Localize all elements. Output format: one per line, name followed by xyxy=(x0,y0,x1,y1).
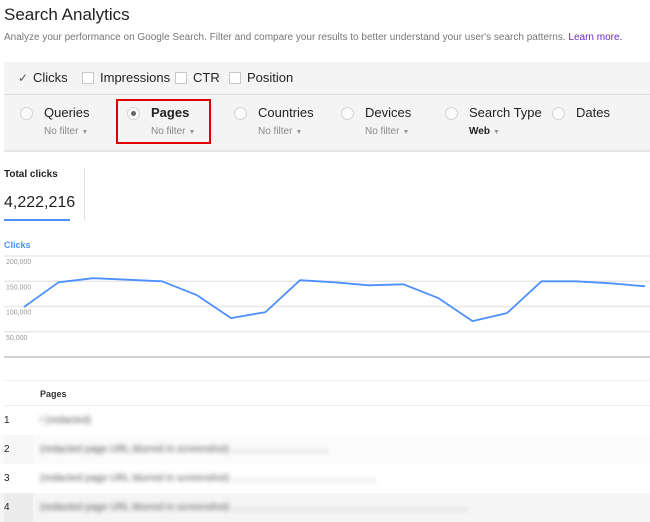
checkbox-icon[interactable] xyxy=(82,72,94,84)
countries-filter-dropdown[interactable]: No filter▼ xyxy=(258,126,302,137)
series-line-clicks[interactable] xyxy=(24,278,645,321)
radio-icon[interactable] xyxy=(445,107,458,120)
filter-value: No filter xyxy=(258,126,292,137)
checkbox-icon[interactable] xyxy=(229,72,241,84)
dimension-label: Devices xyxy=(365,105,411,120)
y-tick-label: 150,000 xyxy=(6,284,31,291)
radio-icon[interactable] xyxy=(341,107,354,120)
page-subtitle: Analyze your performance on Google Searc… xyxy=(4,32,622,43)
pages-filter-dropdown[interactable]: No filter▼ xyxy=(151,126,195,137)
y-tick-label: 50,000 xyxy=(6,335,28,342)
row-rank: 2 xyxy=(4,444,10,455)
row-page-url[interactable]: (redacted page URL blurred in screenshot… xyxy=(40,444,329,455)
row-rank: 3 xyxy=(4,473,10,484)
metric-clicks[interactable]: ✓ Clicks xyxy=(18,70,68,85)
metric-selector: ✓ Clicks Impressions CTR Position xyxy=(4,62,650,95)
row-rank: 1 xyxy=(4,415,10,426)
table-row[interactable]: 1 / (redacted) xyxy=(0,406,650,435)
caret-down-icon: ▼ xyxy=(81,129,88,136)
metric-label: CTR xyxy=(193,70,220,85)
learn-more-link[interactable]: Learn more. xyxy=(568,32,622,43)
y-tick-label: 100,000 xyxy=(6,310,31,317)
dimension-label: Queries xyxy=(44,105,90,120)
subtitle-text: Analyze your performance on Google Searc… xyxy=(4,32,566,43)
total-clicks-indicator xyxy=(4,219,70,221)
caret-down-icon: ▼ xyxy=(188,129,195,136)
caret-down-icon: ▼ xyxy=(295,129,302,136)
row-page-url[interactable]: (redacted page URL blurred in screenshot… xyxy=(40,473,376,484)
caret-down-icon: ▼ xyxy=(402,129,409,136)
dimension-label: Pages xyxy=(151,105,189,120)
filter-panel: ✓ Clicks Impressions CTR Position Querie… xyxy=(4,62,650,152)
row-page-url[interactable]: (redacted page URL blurred in screenshot… xyxy=(40,502,468,513)
column-header-pages[interactable]: Pages xyxy=(40,389,67,399)
dimension-label: Dates xyxy=(576,105,610,120)
y-tick-label: 200,000 xyxy=(6,259,31,266)
radio-icon[interactable] xyxy=(20,107,33,120)
radio-icon[interactable] xyxy=(552,107,565,120)
queries-filter-dropdown[interactable]: No filter▼ xyxy=(44,126,88,137)
row-rank: 4 xyxy=(4,502,10,513)
table-row[interactable]: 3 (redacted page URL blurred in screensh… xyxy=(0,464,650,493)
table-top-border xyxy=(4,380,650,381)
radio-selected-icon[interactable] xyxy=(127,107,140,120)
table-row[interactable]: 4 (redacted page URL blurred in screensh… xyxy=(0,493,650,522)
checkbox-icon[interactable] xyxy=(175,72,187,84)
dimension-label: Countries xyxy=(258,105,314,120)
page-title: Search Analytics xyxy=(4,5,130,25)
total-clicks-label: Total clicks xyxy=(4,169,58,180)
clicks-chart: 200,000 150,000 100,000 50,000 xyxy=(0,250,650,362)
filter-value: No filter xyxy=(44,126,78,137)
search-type-dropdown[interactable]: Web▼ xyxy=(469,126,500,137)
total-clicks-value: 4,222,216 xyxy=(4,194,75,212)
caret-down-icon: ▼ xyxy=(493,129,500,136)
devices-filter-dropdown[interactable]: No filter▼ xyxy=(365,126,409,137)
table-row[interactable]: 2 (redacted page URL blurred in screensh… xyxy=(0,435,650,464)
metric-label: Impressions xyxy=(100,70,170,85)
radio-icon[interactable] xyxy=(234,107,247,120)
dimension-label: Search Type xyxy=(469,105,542,120)
chart-legend-clicks: Clicks xyxy=(4,240,31,250)
row-page-url[interactable]: / (redacted) xyxy=(40,415,91,426)
summary-divider xyxy=(84,168,85,220)
checkmark-icon: ✓ xyxy=(18,71,29,85)
filter-value: No filter xyxy=(151,126,185,137)
metric-position[interactable]: Position xyxy=(229,70,293,85)
metric-label: Position xyxy=(247,70,293,85)
metric-label: Clicks xyxy=(33,70,68,85)
filter-value: Web xyxy=(469,126,490,137)
metric-ctr[interactable]: CTR xyxy=(175,70,220,85)
dimension-selector: Queries No filter▼ Pages No filter▼ Coun… xyxy=(4,95,650,150)
filter-value: No filter xyxy=(365,126,399,137)
metric-impressions[interactable]: Impressions xyxy=(82,70,170,85)
